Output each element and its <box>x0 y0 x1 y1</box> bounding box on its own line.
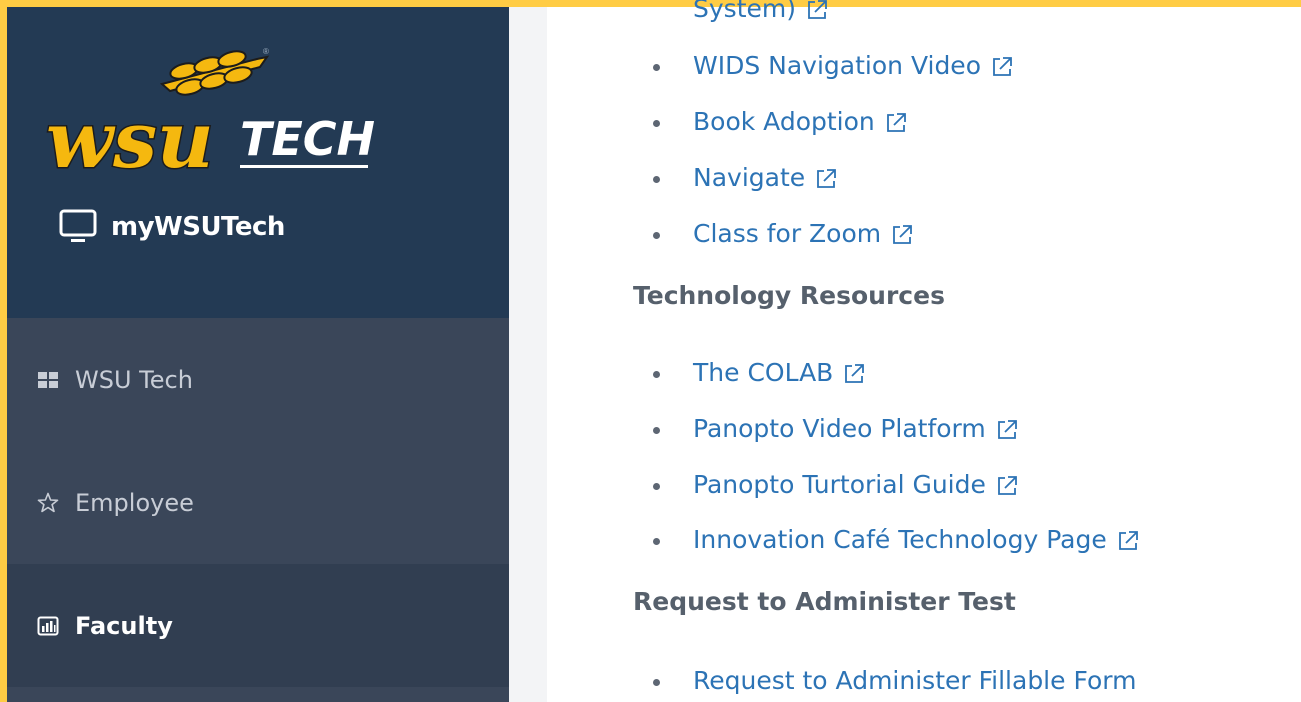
sidebar: wsu TECH ® myWSUTech WSU Tech Employee F… <box>7 7 509 702</box>
external-link-icon <box>996 418 1018 440</box>
chart-icon <box>37 615 59 637</box>
bullet <box>653 64 660 71</box>
monitor-icon <box>59 209 97 245</box>
grid-icon <box>37 369 59 391</box>
app-title[interactable]: myWSUTech <box>59 202 285 252</box>
bullet <box>653 538 660 545</box>
link[interactable]: The COLAB <box>693 358 865 387</box>
link-text: Navigate <box>693 163 806 192</box>
wsu-tech-logo-graphic: wsu TECH <box>45 50 375 188</box>
highlight-border-left <box>0 0 7 702</box>
bullet <box>653 371 660 378</box>
section-heading-technology: Technology Resources <box>633 281 945 310</box>
highlight-border-top <box>0 0 1301 7</box>
link-text: Panopto Video Platform <box>693 414 986 443</box>
sidebar-brand: wsu TECH ® myWSUTech <box>7 7 509 318</box>
link-text: Class for Zoom <box>693 219 882 248</box>
link-text: Book Adoption <box>693 107 875 136</box>
link-text: Panopto Turtorial Guide <box>693 470 986 499</box>
sidebar-item-label: Faculty <box>75 611 173 640</box>
content-gutter <box>509 7 547 702</box>
link[interactable]: Panopto Video Platform <box>693 414 1018 443</box>
link-text: WIDS Navigation Video <box>693 51 981 80</box>
bullet <box>653 427 660 434</box>
bullet <box>653 483 660 490</box>
external-link-icon <box>843 362 865 384</box>
link[interactable]: Class for Zoom <box>693 219 913 248</box>
link[interactable]: Navigate <box>693 163 837 192</box>
sidebar-item-employee[interactable]: Employee <box>7 441 509 564</box>
external-link-icon <box>991 55 1013 77</box>
bullet <box>653 120 660 127</box>
svg-text:wsu: wsu <box>46 95 214 186</box>
external-link-icon <box>815 167 837 189</box>
link[interactable]: Panopto Turtorial Guide <box>693 470 1018 499</box>
sidebar-item-wsu-tech[interactable]: WSU Tech <box>7 318 509 441</box>
sidebar-item-faculty[interactable]: Faculty <box>7 564 509 687</box>
bullet <box>653 679 660 686</box>
link-text: System) <box>693 0 796 23</box>
section-heading-test: Request to Administer Test <box>633 587 1016 616</box>
sidebar-item-next[interactable] <box>7 687 509 702</box>
external-link-icon <box>806 0 828 20</box>
external-link-icon <box>1117 529 1139 551</box>
logo-trademark: ® <box>263 47 269 56</box>
external-link-icon <box>885 111 907 133</box>
app-title-text: myWSUTech <box>111 212 285 242</box>
link-text: The COLAB <box>693 358 834 387</box>
link[interactable]: Book Adoption <box>693 107 907 136</box>
bullet <box>653 176 660 183</box>
sidebar-item-label: Employee <box>75 488 194 517</box>
main-content: System) WIDS Navigation Video Book Adopt… <box>547 0 1301 702</box>
external-link-icon <box>891 223 913 245</box>
link[interactable]: WIDS Navigation Video <box>693 51 1013 80</box>
wsu-tech-logo[interactable]: wsu TECH <box>42 49 382 204</box>
link[interactable]: Request to Administer Fillable Form <box>693 666 1136 695</box>
screen: wsu TECH ® myWSUTech WSU Tech Employee F… <box>0 0 1301 702</box>
external-link-icon <box>996 474 1018 496</box>
link-text: Request to Administer Fillable Form <box>693 666 1137 695</box>
link[interactable]: System) <box>693 0 828 23</box>
bullet <box>653 232 660 239</box>
link-text: Innovation Café Technology Page <box>693 525 1107 554</box>
svg-text:TECH: TECH <box>240 112 375 166</box>
sidebar-item-label: WSU Tech <box>75 365 193 394</box>
link[interactable]: Innovation Café Technology Page <box>693 525 1139 554</box>
star-icon <box>37 492 59 514</box>
